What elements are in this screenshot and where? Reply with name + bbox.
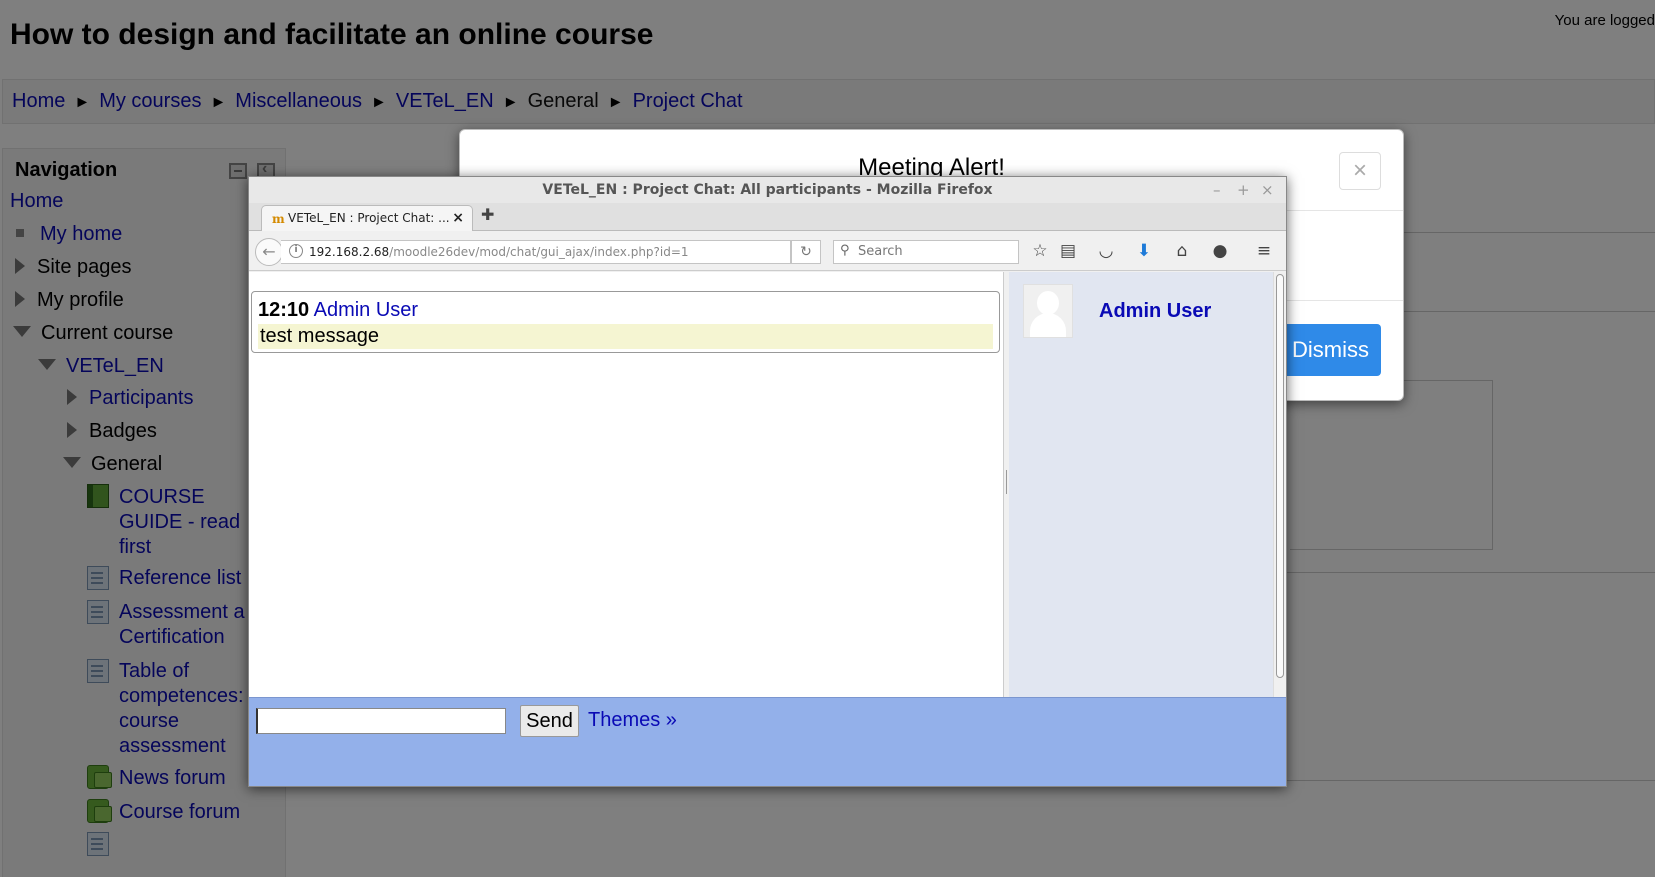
new-tab-icon[interactable]: ✚ <box>481 205 494 224</box>
scrollbar-thumb[interactable] <box>1276 274 1284 678</box>
url-bar[interactable]: i 192.168.2.68/moodle26dev/mod/chat/gui_… <box>281 240 791 264</box>
minimize-icon[interactable]: – <box>1213 177 1221 203</box>
home-icon[interactable]: ⌂ <box>1171 241 1193 263</box>
message-time: 12:10 <box>258 299 310 321</box>
tab-label: VETeL_EN : Project Chat: ... <box>288 211 450 225</box>
pocket-icon[interactable]: ◡ <box>1095 241 1117 263</box>
window-close-icon[interactable]: × <box>1261 177 1274 203</box>
bookmark-star-icon[interactable]: ☆ <box>1029 241 1051 263</box>
menu-icon[interactable]: ≡ <box>1253 241 1275 263</box>
scrollbar[interactable] <box>1273 272 1286 697</box>
moodle-favicon-icon: m <box>272 212 285 226</box>
close-icon[interactable]: × <box>1339 152 1381 190</box>
window-title: VETeL_EN : Project Chat: All participant… <box>542 182 993 198</box>
message-author-link[interactable]: Admin User <box>314 299 418 321</box>
back-arrow-icon[interactable]: ← <box>255 238 283 266</box>
browser-tab[interactable]: m VETeL_EN : Project Chat: ... × <box>261 205 473 231</box>
chat-content: 12:10 Admin User test message Admin User… <box>249 272 1286 786</box>
user-list-item[interactable]: Admin User <box>1099 300 1211 323</box>
users-pane: Admin User <box>1009 272 1273 697</box>
site-info-icon[interactable]: i <box>289 244 303 258</box>
url-host: 192.168.2.68 <box>309 245 390 259</box>
message-text: test message <box>258 324 993 349</box>
avatar <box>1023 284 1073 338</box>
search-placeholder: Search <box>858 244 903 259</box>
download-icon[interactable]: ⬇ <box>1133 241 1155 263</box>
chat-bubble-icon[interactable]: ● <box>1209 241 1231 263</box>
navigation-toolbar: ← i 192.168.2.68/moodle26dev/mod/chat/gu… <box>249 231 1286 271</box>
window-titlebar[interactable]: VETeL_EN : Project Chat: All participant… <box>249 177 1286 203</box>
tab-strip: m VETeL_EN : Project Chat: ... × ✚ <box>249 203 1286 231</box>
chat-message-input[interactable] <box>256 708 506 734</box>
search-icon: ⚲ <box>840 243 850 258</box>
firefox-chat-window: VETeL_EN : Project Chat: All participant… <box>248 176 1287 787</box>
maximize-icon[interactable]: + <box>1237 177 1250 203</box>
send-button[interactable]: Send <box>520 705 579 737</box>
messages-pane: 12:10 Admin User test message <box>249 272 1003 697</box>
search-box[interactable]: ⚲ Search <box>833 240 1019 264</box>
chat-message: 12:10 Admin User test message <box>251 291 1000 353</box>
chat-input-bar: Send Themes » <box>249 697 1286 786</box>
tab-close-icon[interactable]: × <box>452 210 464 226</box>
reload-icon[interactable]: ↻ <box>791 240 821 264</box>
url-path: /moodle26dev/mod/chat/gui_ajax/index.php… <box>389 245 689 259</box>
reading-list-icon[interactable]: ▤ <box>1057 241 1079 263</box>
themes-link[interactable]: Themes » <box>588 709 677 732</box>
